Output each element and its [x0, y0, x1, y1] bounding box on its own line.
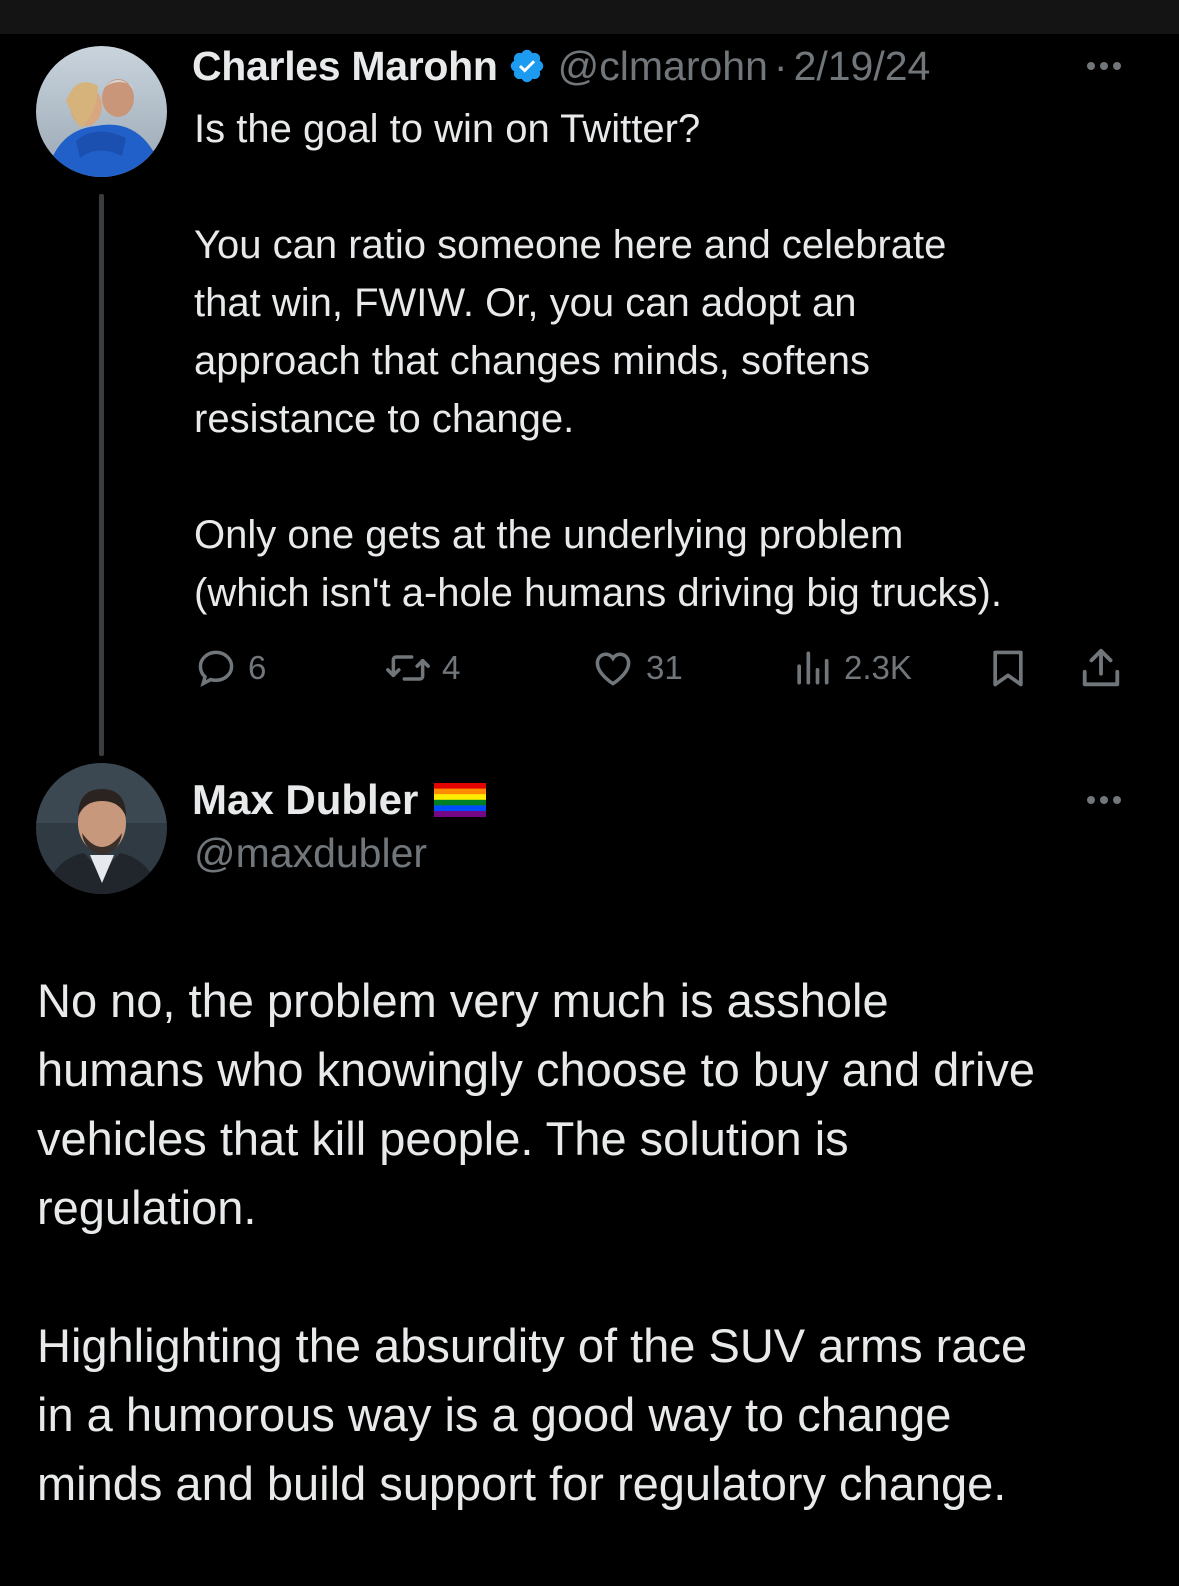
reply-body: No no, the problem very much is asshole …: [37, 966, 1157, 1518]
reply-icon: [198, 650, 234, 688]
tweet-line: Is the goal to win on Twitter?: [194, 107, 701, 151]
reply-line: in a humorous way is a good way to chang…: [37, 1388, 952, 1441]
views-icon: [797, 651, 829, 685]
views-count: 2.3K: [844, 649, 912, 686]
reply-header: Max Dubler: [192, 774, 487, 826]
reply-line: minds and build support for regulatory c…: [37, 1457, 1007, 1510]
reply-line: Highlighting the absurdity of the SUV ar…: [37, 1319, 1028, 1372]
reply-button[interactable]: 6: [194, 640, 266, 696]
verified-badge-icon: [510, 49, 543, 83]
bookmark-button[interactable]: [986, 640, 1030, 696]
more-icon[interactable]: [1087, 62, 1121, 70]
tweet-actions: 6 4 31 2.3K: [194, 640, 1134, 696]
tweet-header: Charles Marohn @clmarohn · 2/19/24: [192, 40, 930, 92]
reply-author-name[interactable]: Max Dubler: [192, 776, 418, 824]
retweet-icon: [386, 655, 430, 681]
reply-line: No no, the problem very much is asshole: [37, 974, 889, 1027]
status-bar-area: [0, 0, 1179, 34]
reply-count: 6: [248, 649, 267, 686]
tweet-line: that win, FWIW. Or, you can adopt an: [194, 281, 857, 325]
reply-line: regulation.: [37, 1181, 257, 1234]
like-count: 31: [646, 649, 683, 686]
avatar-charles-marohn[interactable]: [36, 46, 167, 177]
retweet-button[interactable]: 4: [384, 640, 460, 696]
rainbow-flag-icon: [434, 783, 487, 817]
tweet-date[interactable]: 2/19/24: [794, 43, 931, 90]
like-icon: [595, 652, 631, 686]
thread-connector-line: [99, 194, 104, 756]
like-button[interactable]: 31: [590, 640, 683, 696]
author-handle[interactable]: @clmarohn: [558, 43, 768, 90]
separator-dot: ·: [773, 42, 788, 89]
views-button[interactable]: 2.3K: [790, 640, 912, 696]
share-button[interactable]: [1078, 640, 1124, 696]
reply-line: humans who knowingly choose to buy and d…: [37, 1043, 1036, 1096]
tweet-line: (which isn't a-hole humans driving big t…: [194, 571, 1002, 615]
reply-line: vehicles that kill people. The solution …: [37, 1112, 849, 1165]
bookmark-icon: [993, 650, 1023, 687]
tweet-line: Only one gets at the underlying problem: [194, 513, 904, 557]
author-name[interactable]: Charles Marohn: [192, 43, 498, 90]
more-icon[interactable]: [1087, 796, 1121, 804]
tweet-line: You can ratio someone here and celebrate: [194, 223, 947, 267]
tweet-line: approach that changes minds, softens: [194, 339, 870, 383]
retweet-count: 4: [442, 649, 461, 686]
tweet-line: resistance to change.: [194, 397, 575, 441]
avatar-max-dubler[interactable]: [36, 763, 167, 894]
share-icon: [1082, 648, 1120, 687]
tweet-body: Is the goal to win on Twitter? You can r…: [194, 100, 1154, 622]
reply-author-handle[interactable]: @maxdubler: [194, 830, 427, 877]
